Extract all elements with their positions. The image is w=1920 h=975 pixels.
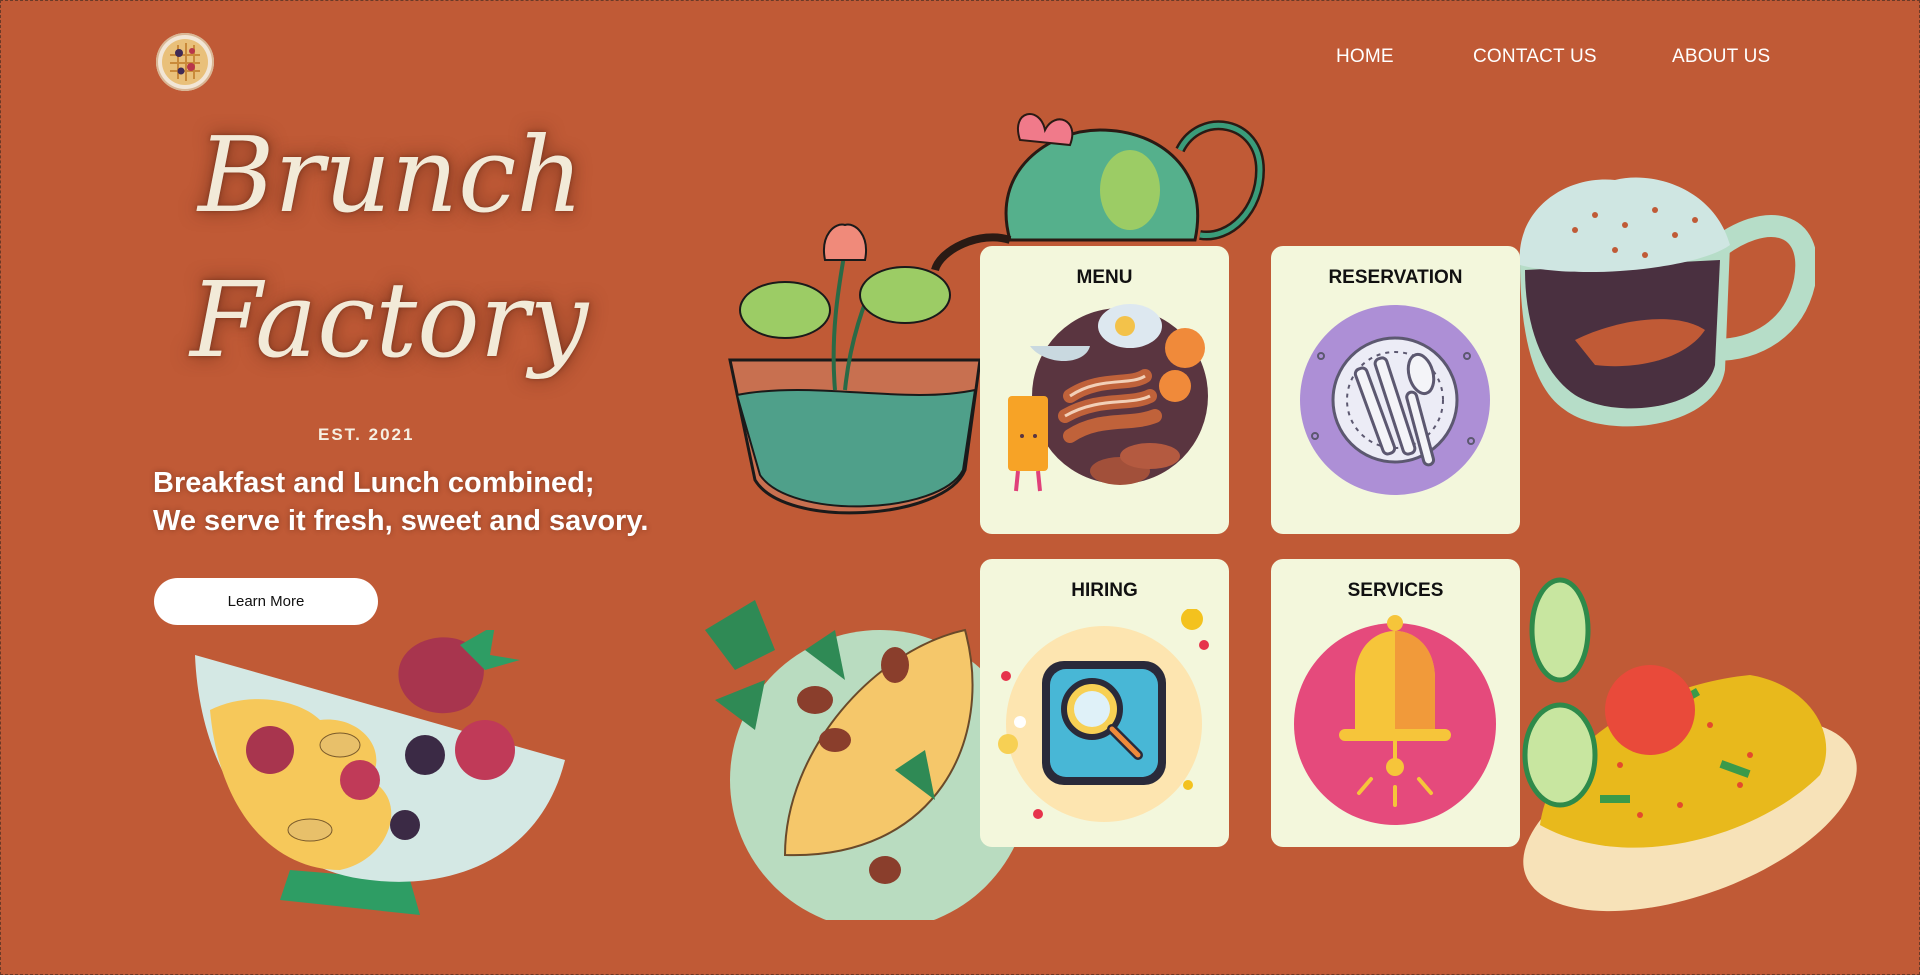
nav-home-link[interactable]: HOME xyxy=(1336,46,1394,68)
landing-page: HOME CONTACT US ABOUT US Brunch Factory … xyxy=(0,0,1920,975)
hiring-card[interactable]: HIRING xyxy=(980,559,1229,847)
breakfast-plate-icon xyxy=(1008,304,1208,492)
omelette-plate-illustration xyxy=(705,600,1025,920)
learn-more-button[interactable]: Learn More xyxy=(154,578,378,625)
tagline: Breakfast and Lunch combined; We serve i… xyxy=(153,464,648,540)
services-card[interactable]: SERVICES xyxy=(1271,559,1520,847)
menu-card[interactable]: MENU xyxy=(980,246,1229,534)
brand-title: Brunch Factory xyxy=(180,110,588,420)
nav-contact-link[interactable]: CONTACT US xyxy=(1473,46,1597,68)
brand-title-line2: Factory xyxy=(190,259,589,381)
coffee-mug-illustration xyxy=(1519,177,1815,427)
menu-card-title: MENU xyxy=(1076,267,1133,288)
plate-cutlery-icon xyxy=(1300,305,1490,495)
brand-title-line1: Brunch xyxy=(198,114,584,236)
fruit-bowl-illustration xyxy=(195,630,565,915)
magnifier-icon xyxy=(998,609,1209,822)
services-card-title: SERVICES xyxy=(1347,580,1444,601)
main-nav: HOME CONTACT US ABOUT US xyxy=(0,46,1920,76)
nav-about-link[interactable]: ABOUT US xyxy=(1672,46,1770,68)
tagline-line2: We serve it fresh, sweet and savory. xyxy=(153,505,649,537)
reservation-card-title: RESERVATION xyxy=(1328,267,1463,288)
established-label: EST. 2021 xyxy=(318,425,415,444)
tagline-line1: Breakfast and Lunch combined; xyxy=(153,467,595,499)
service-bell-icon xyxy=(1294,615,1496,825)
rice-plate-illustration xyxy=(1522,577,1857,912)
reservation-card[interactable]: RESERVATION xyxy=(1271,246,1520,534)
hiring-card-title: HIRING xyxy=(1071,580,1138,601)
